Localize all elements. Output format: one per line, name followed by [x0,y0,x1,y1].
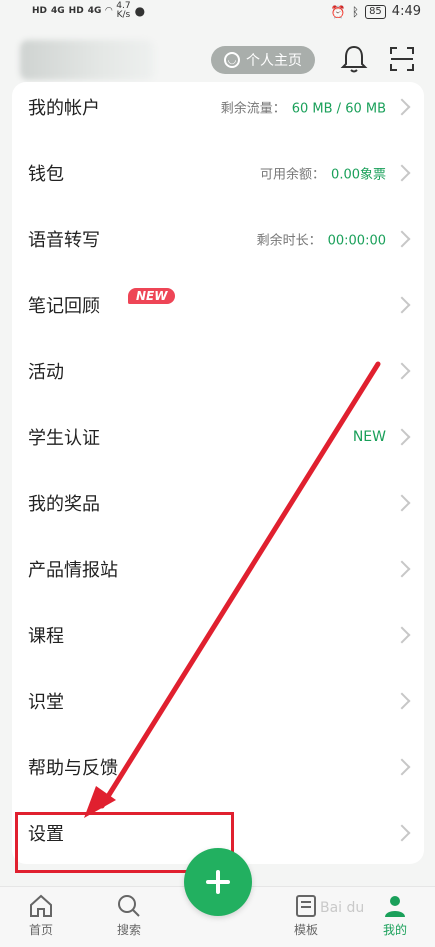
chevron-right-icon [393,494,411,512]
menu-label: 活动 [28,362,64,383]
templates-icon [296,895,316,917]
nav-search-label: 搜索 [116,923,141,937]
menu-label: 识堂 [28,692,64,713]
alarm-icon: ⏰ [330,4,346,19]
nav-search[interactable]: 搜索 [99,893,159,938]
info-value: 60 MB / 60 MB [291,101,386,117]
menu-label-text: 笔记回顾 [28,296,100,317]
personal-homepage-button[interactable]: ◡ 个人主页 [211,46,315,74]
search-icon [118,895,140,917]
menu-item-my-prizes[interactable]: 我的奖品 [12,470,424,536]
wifi-icon: ◠ [105,6,113,16]
chevron-right-icon [393,164,411,182]
menu-item-courses[interactable]: 课程 [12,602,424,668]
network1-indicator: 4G [51,6,65,16]
menu-label: 学生认证 [28,428,100,449]
menu-item-product-news[interactable]: 产品情报站 [12,536,424,602]
nav-mine[interactable]: 我的 [365,893,425,938]
nav-mine-label: 我的 [382,923,407,937]
nav-home[interactable]: 首页 [11,893,71,938]
new-badge: NEW [128,288,176,304]
menu-info: 可用余额： 0.00象票 [260,164,386,183]
menu-card: 我的帐户 剩余流量： 60 MB / 60 MB 钱包 可用余额： 0.00象票 语… [12,82,424,864]
nav-templates-label: 模板 [293,923,318,937]
menu-item-note-review[interactable]: 笔记回顾 NEW [12,272,424,338]
menu-label: 笔记回顾 NEW [28,288,176,318]
net-speed: 4.7 K/s [116,2,130,20]
info-value: 00:00:00 [327,233,386,249]
new-indicator: NEW [352,429,386,445]
bluetooth-icon: ᛒ [351,4,360,19]
menu-label: 语音转写 [28,230,100,251]
menu-label: 课程 [28,626,64,647]
home-icon [30,894,52,917]
scan-icon[interactable] [389,46,415,72]
menu-item-my-account[interactable]: 我的帐户 剩余流量： 60 MB / 60 MB [12,74,424,140]
info-label: 剩余流量： [220,101,286,117]
chevron-right-icon [393,296,411,314]
info-label: 可用余额： [260,167,326,183]
menu-item-activities[interactable]: 活动 [12,338,424,404]
menu-item-knowledge-hall[interactable]: 识堂 [12,668,424,734]
chevron-right-icon [393,428,411,446]
network2-indicator: 4G [87,6,102,16]
status-bar: HD 4G HD 4G ◠ 4.7 K/s ● ⏰ ᛒ 85 4:49 [0,0,435,24]
chevron-right-icon [393,560,411,578]
message-icon: ● [134,4,146,18]
menu-info: 剩余流量： 60 MB / 60 MB [221,98,386,117]
info-value: 0.00象票 [331,167,386,183]
profile-icon [385,896,405,917]
menu-item-wallet[interactable]: 钱包 可用余额： 0.00象票 [12,140,424,206]
status-left: HD 4G HD 4G ◠ 4.7 K/s ● [32,2,145,20]
personal-homepage-label: 个人主页 [246,53,302,69]
net-speed-unit: K/s [116,10,131,20]
menu-item-transcription[interactable]: 语音转写 剩余时长： 00:00:00 [12,206,424,272]
smile-icon: ◡ [224,52,240,68]
chevron-right-icon [393,626,411,644]
menu-info: 剩余时长： 00:00:00 [257,230,386,249]
menu-label: 产品情报站 [28,560,118,581]
battery-level: 85 [365,4,386,19]
menu-label: 帮助与反馈 [28,758,118,779]
chevron-right-icon [393,758,411,776]
sim2-indicator: HD [68,6,84,16]
chevron-right-icon [393,824,411,842]
chevron-right-icon [393,98,411,116]
bell-icon[interactable] [340,44,368,74]
info-label: 剩余时长： [256,233,322,249]
chevron-right-icon [393,362,411,380]
clock: 4:49 [391,4,421,19]
add-note-button[interactable] [184,848,252,916]
menu-label: 钱包 [28,164,64,185]
menu-label: 我的帐户 [28,98,100,119]
status-right: ⏰ ᛒ 85 4:49 [331,4,421,19]
nav-home-label: 首页 [28,923,53,937]
chevron-right-icon [393,230,411,248]
menu-label: 我的奖品 [28,494,100,515]
chevron-right-icon [393,692,411,710]
menu-item-student-verification[interactable]: 学生认证 NEW [12,404,424,470]
sim1-indicator: HD [32,6,48,16]
watermark: Bai du [320,900,365,916]
menu-item-help-feedback[interactable]: 帮助与反馈 [12,734,424,800]
